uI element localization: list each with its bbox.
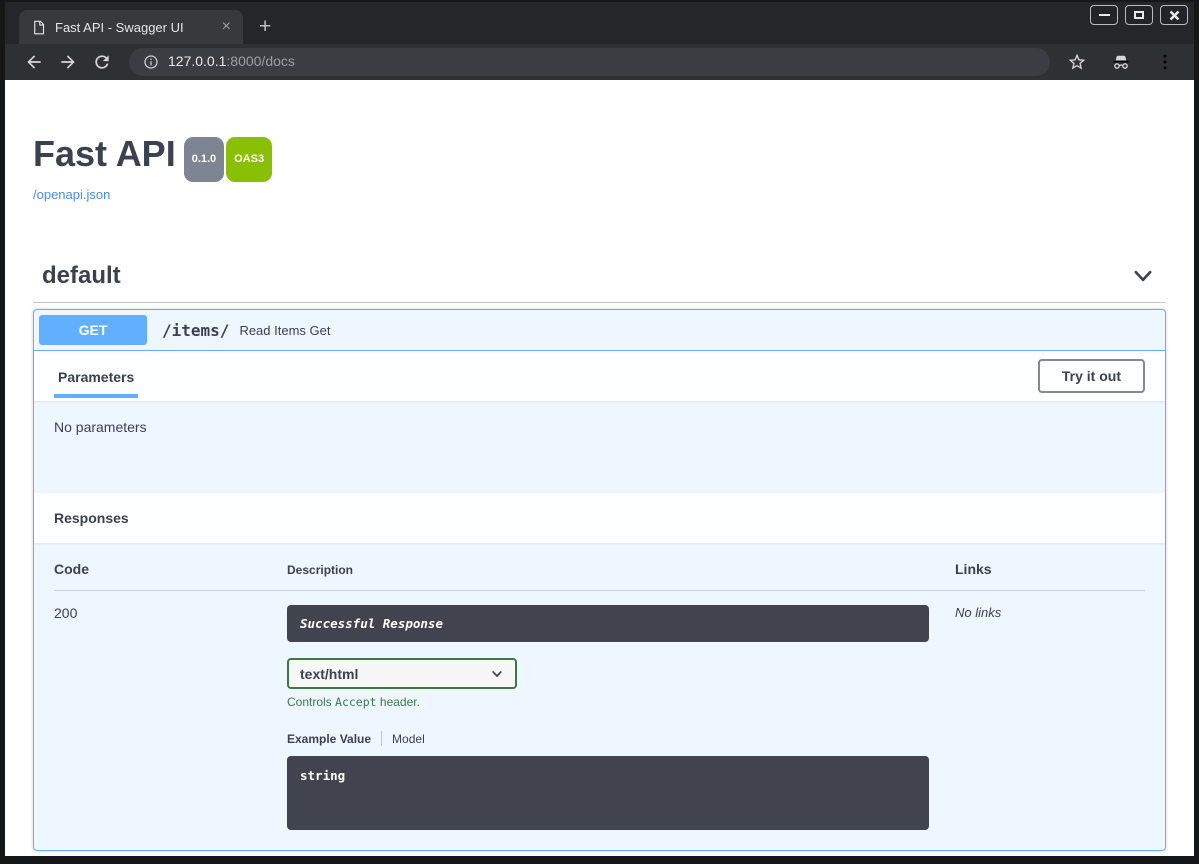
minimize-icon — [1099, 14, 1110, 16]
operation-summary[interactable]: GET /items/ Read Items Get — [34, 310, 1165, 351]
media-type-value: text/html — [300, 666, 358, 682]
tab-strip: Fast API - Swagger UI × + — [5, 2, 1194, 44]
forward-button[interactable] — [58, 52, 78, 72]
example-value-text: string — [300, 768, 345, 783]
tag-name: default — [42, 262, 121, 290]
media-type-select[interactable]: text/html — [287, 658, 517, 689]
tab-close-icon[interactable]: × — [218, 19, 235, 35]
api-info: Fast API0.1.0OAS3 /openapi.json — [33, 134, 1166, 204]
reload-button[interactable] — [92, 52, 112, 72]
address-bar[interactable]: 127.0.0.1:8000/docs — [129, 48, 1050, 76]
operation-block-get-items: GET /items/ Read Items Get Parameters Tr… — [33, 309, 1166, 851]
try-it-out-button[interactable]: Try it out — [1038, 359, 1145, 393]
select-chevron-down-icon — [490, 667, 504, 681]
version-badge: 0.1.0 — [184, 137, 224, 182]
browser-toolbar: 127.0.0.1:8000/docs — [5, 44, 1194, 80]
column-header-links: Links — [955, 561, 1145, 577]
responses-section-header: Responses — [34, 493, 1165, 543]
accept-note-suffix: header. — [377, 695, 420, 709]
page-title: Fast API0.1.0OAS3 — [33, 134, 1166, 182]
url-host: 127.0.0.1 — [168, 53, 226, 69]
url-text: 127.0.0.1:8000/docs — [168, 53, 295, 71]
openapi-spec-link[interactable]: /openapi.json — [33, 187, 110, 202]
document-icon — [31, 20, 46, 35]
kebab-menu-icon[interactable] — [1155, 52, 1175, 72]
parameters-section-header: Parameters Try it out — [34, 351, 1165, 401]
tab-title: Fast API - Swagger UI — [55, 20, 209, 35]
responses-table-header: Code Description Links — [54, 561, 1145, 591]
column-header-description: Description — [287, 561, 955, 577]
page-content: Fast API0.1.0OAS3 /openapi.json default … — [5, 80, 1194, 856]
info-circle-icon[interactable] — [143, 54, 159, 70]
response-description-text: Successful Response — [300, 616, 443, 631]
close-icon — [1169, 10, 1180, 21]
maximize-button[interactable] — [1125, 5, 1153, 25]
back-button[interactable] — [24, 52, 44, 72]
accept-header-note: Controls Accept header. — [287, 695, 929, 709]
tab-separator — [381, 731, 382, 746]
response-description-cell: Successful Response text/html Controls A… — [287, 605, 955, 830]
response-description-box: Successful Response — [287, 605, 929, 642]
window-controls — [1090, 5, 1188, 25]
incognito-icon — [1111, 52, 1131, 72]
minimize-button[interactable] — [1090, 5, 1118, 25]
example-model-tabs: Example Value Model — [287, 731, 929, 746]
operation-path: /items/ — [157, 321, 229, 340]
tag-section-header[interactable]: default — [33, 252, 1166, 303]
operation-description: Read Items Get — [239, 323, 330, 338]
browser-tab[interactable]: Fast API - Swagger UI × — [19, 10, 243, 44]
method-badge: GET — [39, 315, 147, 345]
maximize-icon — [1134, 11, 1144, 19]
swagger-ui: Fast API0.1.0OAS3 /openapi.json default … — [5, 134, 1194, 851]
close-button[interactable] — [1160, 5, 1188, 25]
no-parameters-text: No parameters — [54, 419, 147, 435]
api-title-text: Fast API — [33, 133, 176, 174]
column-header-code: Code — [54, 561, 287, 577]
toolbar-right-icons — [1060, 52, 1182, 72]
parameters-body: No parameters — [34, 401, 1165, 493]
tab-example-value[interactable]: Example Value — [287, 732, 371, 746]
new-tab-button[interactable]: + — [259, 15, 271, 39]
accept-note-code: Accept — [335, 695, 377, 709]
url-path: :8000/docs — [226, 53, 295, 69]
bookmark-star-icon[interactable] — [1067, 52, 1087, 72]
response-links-cell: No links — [955, 605, 1145, 830]
tab-model[interactable]: Model — [392, 732, 425, 746]
example-value-box: string — [287, 756, 929, 830]
responses-body: Code Description Links 200 Successful Re… — [34, 543, 1165, 850]
response-code: 200 — [54, 605, 287, 830]
parameters-tab: Parameters — [54, 354, 138, 398]
chevron-down-icon[interactable] — [1132, 265, 1154, 287]
response-row-200: 200 Successful Response text/html — [54, 591, 1145, 830]
browser-window: Fast API - Swagger UI × + — [0, 0, 1199, 864]
responses-heading: Responses — [54, 510, 129, 526]
accept-note-prefix: Controls — [287, 695, 335, 709]
oas-badge: OAS3 — [226, 137, 272, 182]
